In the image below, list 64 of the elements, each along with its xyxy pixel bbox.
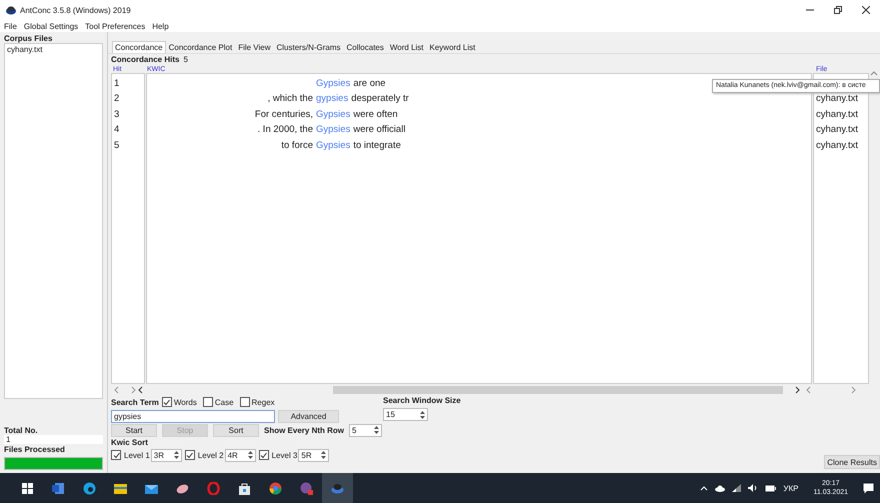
search-field[interactable]: gypsies [111,410,275,422]
right-context: to integrate [353,138,401,153]
hit-number: 1 [113,76,120,91]
left-context: to force [281,140,313,151]
level-spinner[interactable]: 3R [150,448,182,462]
level-label: Level 3 [272,450,298,460]
keyword: Gypsies [316,108,350,122]
tab[interactable]: Collocates [344,41,387,53]
window-size-label: Search Window Size [383,396,461,405]
tab[interactable]: Keyword List [426,41,478,53]
left-context: , which the [268,93,313,104]
window-size-spinner[interactable]: 15 [383,408,428,421]
tab[interactable]: File View [235,41,274,53]
hit-number: 3 [113,108,120,122]
window-title: AntConc 3.5.8 (Windows) 2019 [20,6,132,14]
right-context: were officiall [353,123,406,138]
hit-number: 5 [113,138,120,153]
right-context: are one [353,76,386,91]
kwic-sort-label: Kwic Sort [111,438,148,447]
keyword: Gypsies [316,76,350,91]
total-label: Total No. [4,426,39,436]
right-context: desperately tr [351,92,409,106]
checkbox-label: Words [174,398,197,406]
tab[interactable]: Word List [386,41,427,53]
nth-row-spinner[interactable]: 5 [349,424,382,436]
left-context: For centuries, [254,108,313,120]
clone-results-button[interactable]: Clone Results [824,455,880,469]
menu-item[interactable]: Tool Preferences [85,22,146,30]
keyword: Gypsies [316,138,350,153]
advanced-button[interactable]: Advanced [278,410,339,422]
level-label: Level 2 [198,450,224,460]
file-name: cyhany.txt [815,138,860,153]
tab[interactable]: Concordance Plot [166,41,236,53]
tab[interactable]: Clusters/N-Grams [274,41,344,53]
file-list[interactable]: cyhany.txt [4,43,103,400]
processed-label: Files Processed [4,445,66,454]
panel-heading: Corpus Files [4,34,54,43]
language-indicator[interactable]: УКР [783,484,798,492]
file-name: cyhany.txt [815,108,860,122]
keyword: Gypsies [316,123,350,138]
checkbox-label: Regex [252,398,275,406]
menu-item[interactable]: File [4,22,17,30]
hits-label: Concordance Hits [111,55,180,64]
keyword: gypsies [316,92,348,106]
left-context: . In 2000, the [258,124,313,136]
action-button[interactable]: Start [111,424,157,436]
hits-count: 5 [183,55,188,64]
checkbox-label: Case [214,398,234,406]
tab[interactable]: Concordance [112,41,166,53]
hit-number: 4 [113,123,120,138]
menu-item[interactable]: Help [152,22,169,30]
search-term-label: Search Term [111,398,159,406]
total-value: 1 [4,435,103,444]
hit-number: 2 [113,92,120,106]
nth-row-label: Show Every Nth Row [264,426,344,434]
level-spinner[interactable]: 4R [224,448,256,462]
file-item[interactable]: cyhany.txt [7,45,100,54]
action-button[interactable]: Sort [213,424,259,436]
menu-item[interactable]: Global Settings [24,22,78,30]
level-label: Level 1 [124,450,150,460]
level-spinner[interactable]: 5R [298,448,330,462]
right-context: were often [353,108,398,122]
file-name: cyhany.txt [815,123,860,138]
file-name: cyhany.txt [815,92,860,106]
